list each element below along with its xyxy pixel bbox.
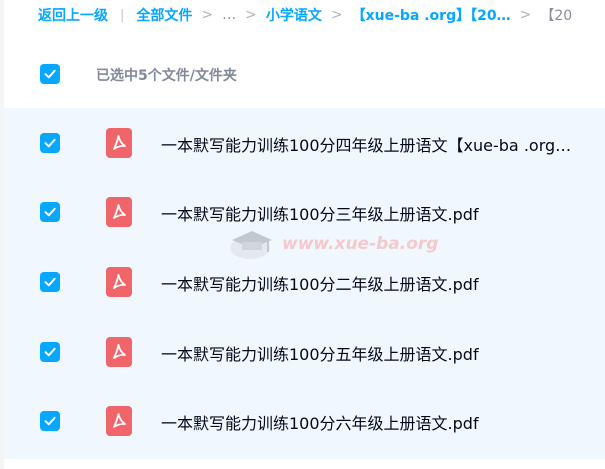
chevron-right-icon: > bbox=[519, 7, 532, 23]
file-name[interactable]: 一本默写能力训练100分四年级上册语文【xue-ba .org… bbox=[161, 132, 571, 156]
file-list: 一本默写能力训练100分四年级上册语文【xue-ba .org… 一本默写能力训练… bbox=[4, 108, 605, 459]
selection-count: 已选中5个文件/文件夹 bbox=[96, 68, 237, 84]
file-checkbox[interactable] bbox=[40, 202, 60, 222]
breadcrumb-primary-chinese[interactable]: 小学语文 bbox=[266, 5, 322, 25]
pdf-icon bbox=[106, 337, 132, 367]
checkmark-icon bbox=[44, 138, 56, 148]
file-checkbox[interactable] bbox=[40, 272, 60, 292]
file-row[interactable]: 一本默写能力训练100分四年级上册语文【xue-ba .org… bbox=[4, 108, 605, 178]
file-row[interactable]: 一本默写能力训练100分三年级上册语文.pdf bbox=[4, 177, 605, 247]
file-row[interactable]: 一本默写能力训练100分五年级上册语文.pdf bbox=[4, 317, 605, 387]
breadcrumb: 返回上一级 | 全部文件 > … > 小学语文 > 【xue-ba .org】【… bbox=[0, 0, 605, 30]
breadcrumb-divider: | bbox=[120, 7, 125, 23]
file-row[interactable]: 一本默写能力训练100分二年级上册语文.pdf bbox=[4, 247, 605, 317]
breadcrumb-ellipsis[interactable]: … bbox=[222, 7, 236, 23]
checkmark-icon bbox=[44, 69, 56, 79]
pdf-icon bbox=[106, 197, 132, 227]
checkmark-icon bbox=[44, 207, 56, 217]
checkmark-icon bbox=[44, 416, 56, 426]
file-name[interactable]: 一本默写能力训练100分三年级上册语文.pdf bbox=[161, 201, 479, 225]
chevron-right-icon: > bbox=[201, 7, 214, 23]
back-link[interactable]: 返回上一级 bbox=[38, 5, 108, 25]
checkmark-icon bbox=[44, 347, 56, 357]
checkmark-icon bbox=[44, 277, 56, 287]
select-all-checkbox[interactable] bbox=[40, 64, 60, 84]
chevron-right-icon: > bbox=[330, 7, 343, 23]
breadcrumb-all-files[interactable]: 全部文件 bbox=[136, 5, 192, 25]
file-checkbox[interactable] bbox=[40, 342, 60, 362]
file-checkbox[interactable] bbox=[40, 411, 60, 431]
file-row[interactable]: 一本默写能力训练100分六年级上册语文.pdf bbox=[4, 386, 605, 456]
file-name[interactable]: 一本默写能力训练100分五年级上册语文.pdf bbox=[161, 341, 479, 365]
file-name[interactable]: 一本默写能力训练100分二年级上册语文.pdf bbox=[161, 271, 479, 295]
file-checkbox[interactable] bbox=[40, 133, 60, 153]
breadcrumb-folder[interactable]: 【xue-ba .org】【20… bbox=[352, 5, 511, 25]
chevron-right-icon: > bbox=[245, 7, 257, 23]
file-name[interactable]: 一本默写能力训练100分六年级上册语文.pdf bbox=[161, 410, 479, 434]
pdf-icon bbox=[106, 128, 132, 158]
pdf-icon bbox=[106, 406, 132, 436]
pdf-icon bbox=[106, 267, 132, 297]
breadcrumb-current: 【20 bbox=[540, 8, 573, 24]
selection-header: 已选中5个文件/文件夹 bbox=[0, 50, 605, 98]
